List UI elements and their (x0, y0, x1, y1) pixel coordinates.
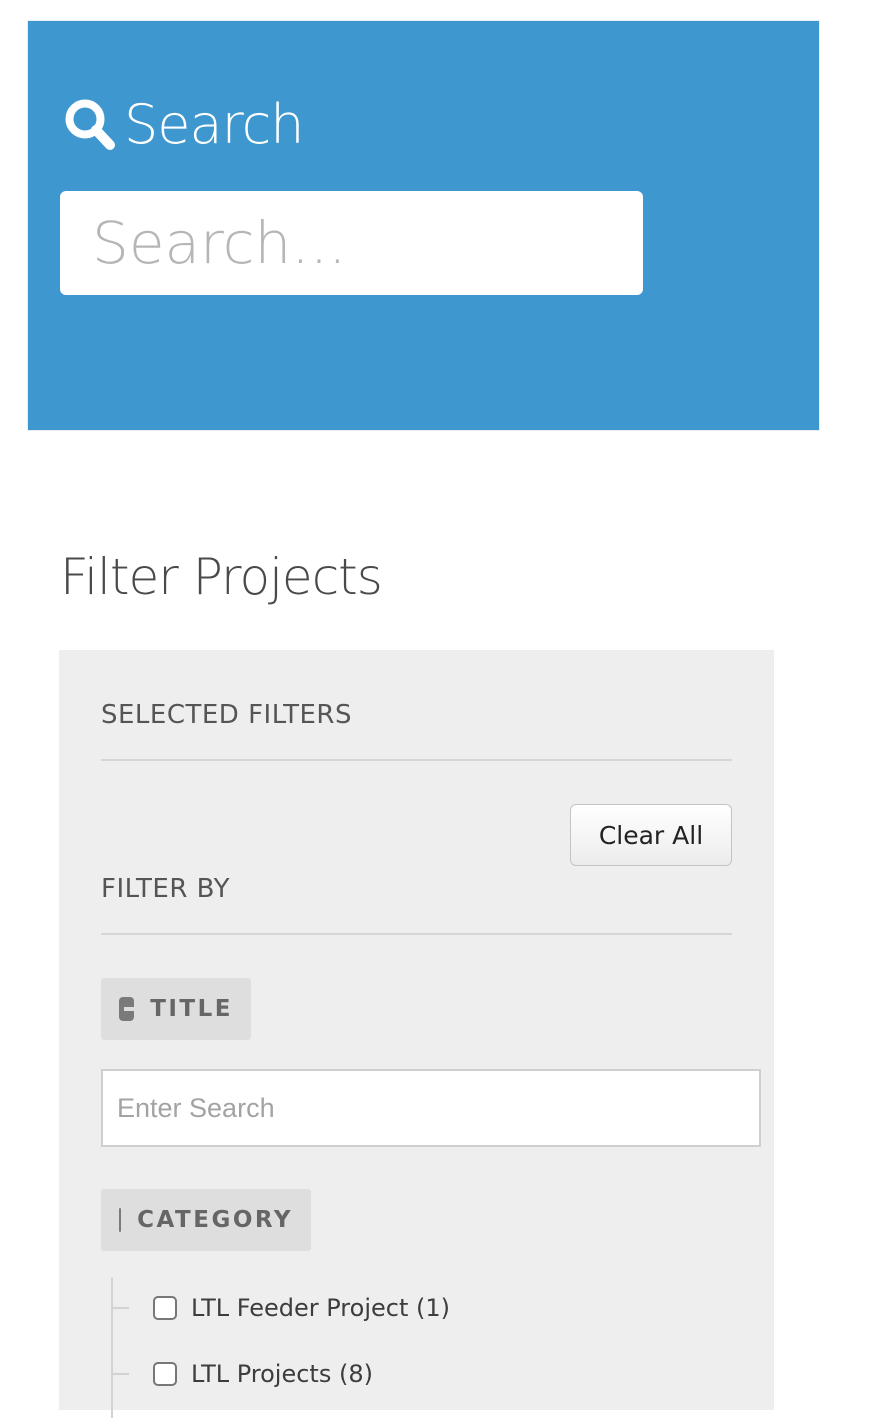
collapse-minus-icon (119, 1208, 140, 1232)
filter-by-divider (101, 933, 732, 935)
selected-filters-divider (101, 759, 732, 761)
category-option-label: LTL Feeder Project (1) (191, 1294, 450, 1322)
title-search-input[interactable] (101, 1069, 761, 1147)
category-option[interactable]: LTL Projects (8) (111, 1354, 373, 1394)
search-icon (60, 94, 120, 154)
category-option-checkbox[interactable] (153, 1362, 177, 1386)
category-option-checkbox[interactable] (153, 1296, 177, 1320)
search-panel: Search (27, 20, 820, 431)
title-facet-label: TITLE (150, 996, 233, 1022)
selected-filters-label: SELECTED FILTERS (101, 700, 353, 730)
tree-branch (111, 1373, 129, 1375)
category-facet-label: CATEGORY (137, 1207, 293, 1233)
tree-branch (111, 1307, 129, 1309)
search-heading: Search (60, 91, 305, 157)
title-facet-toggle[interactable]: TITLE (101, 978, 251, 1040)
site-search-input[interactable] (60, 191, 643, 295)
filter-by-label: FILTER BY (101, 874, 230, 904)
filter-panel: SELECTED FILTERS Clear All FILTER BY TIT… (59, 650, 774, 1418)
clear-all-button[interactable]: Clear All (570, 804, 732, 866)
collapse-minus-icon (119, 997, 139, 1021)
category-option[interactable]: LTL Feeder Project (1) (111, 1288, 450, 1328)
category-facet-toggle[interactable]: CATEGORY (101, 1189, 311, 1251)
category-options-list: LTL Feeder Project (1) LTL Projects (8) (111, 1278, 711, 1418)
filter-projects-heading: Filter Projects (60, 548, 383, 606)
category-option-label: LTL Projects (8) (191, 1360, 373, 1388)
search-title: Search (124, 92, 305, 156)
